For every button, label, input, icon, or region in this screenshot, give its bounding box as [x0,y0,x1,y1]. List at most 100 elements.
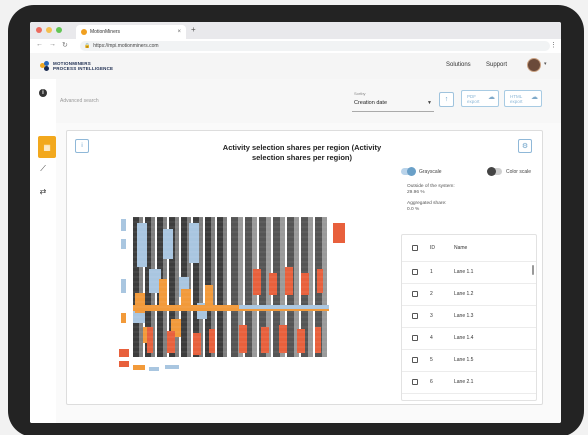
region-table: ID Name 1 Lane 1.1 2 Lane 1.2 3 Lane 1.3… [401,234,537,401]
logo-mark-icon [40,61,50,71]
cloud-upload-icon: ☁ [488,94,495,101]
heat-cell-red [239,325,247,353]
pdf-export-label: PDF export [467,93,480,104]
bottom-marker [133,365,145,370]
heat-cell-red [301,273,309,295]
grayscale-switch[interactable] [401,167,416,176]
table-row[interactable]: 6 Lane 2.1 [402,371,536,394]
table-scrollbar[interactable] [532,265,534,275]
address-bar-row: ← → ↻ 🔒 https://mpi.motionminers.com ⋮ [30,39,561,54]
heat-cell-red [209,329,215,353]
row-checkbox[interactable] [412,357,418,363]
aggregated-label: Aggregated share: [407,201,447,206]
row-id: 2 [430,291,433,297]
heat-cell-red [269,273,277,295]
table-row[interactable]: 4 Lane 1.4 [402,327,536,350]
nav-support[interactable]: Support [486,62,507,68]
settings-button[interactable]: ⚙ [518,139,532,153]
row-id: 1 [430,269,433,275]
corner-marker [119,349,129,357]
url-field[interactable]: 🔒 https://mpi.motionminers.com [80,41,550,51]
table-row[interactable]: 5 Lane 1.5 [402,349,536,372]
heatmap-image [119,215,345,371]
row-checkbox[interactable] [412,291,418,297]
avatar[interactable] [527,58,541,72]
sort-select[interactable]: Sortby Creation date ▼ [352,89,434,112]
sort-direction-button[interactable]: ↑ [439,92,454,107]
table-row[interactable]: 3 Lane 1.3 [402,305,536,328]
reload-icon[interactable]: ↻ [62,41,68,49]
row-name: Lane 2.1 [454,379,474,385]
row-checkbox[interactable] [412,379,418,385]
heat-cell-red [261,327,269,353]
search-input[interactable]: Advanced search [60,94,340,108]
row-checkbox[interactable] [412,269,418,275]
heat-cell-red [297,329,305,353]
heat-cell-red [193,333,201,355]
chevron-down-icon[interactable]: ▾ [544,61,547,67]
pdf-export-button[interactable]: PDF export ☁ [461,90,499,107]
heat-cell-red [147,327,153,353]
browser-menu-icon[interactable]: ⋮ [550,41,557,49]
outside-label: Outside of the system: [407,184,455,189]
nav-solutions[interactable]: Solutions [446,62,471,68]
cloud-upload-icon: ☁ [531,94,538,101]
main-content: i Activity selection shares per region (… [56,123,561,423]
outside-value: 29.96 % [407,190,425,195]
upload-icon: ↑ [444,96,449,103]
colorscale-toggle[interactable]: Color scale [487,167,531,176]
select-all-checkbox[interactable] [412,245,418,251]
page-title: Activity selection shares per region (Ac… [222,143,382,162]
close-tab-icon[interactable]: × [177,29,181,35]
close-window-button[interactable] [36,27,42,33]
row-checkbox[interactable] [412,313,418,319]
sidebar-item-trend[interactable]: ⟋ [35,161,51,177]
row-id: 5 [430,357,433,363]
heat-cell-red [315,327,321,353]
colorscale-switch[interactable] [487,167,502,176]
heat-cell-red [317,269,323,293]
header-id: ID [430,245,435,251]
logo[interactable]: MOTIONMINERS PROCESS INTELLIGENCE [40,61,113,71]
sort-value: Creation date [354,100,388,106]
sidebar-item-info[interactable]: i [35,85,51,101]
filter-bar: Advanced search Sortby Creation date ▼ ↑… [56,79,561,124]
window-controls [36,27,62,33]
sidebar: i ▦ ⟋ ⇄ [30,79,57,423]
new-tab-button[interactable]: + [191,25,196,34]
side-marker [121,279,126,293]
sidebar-item-dashboard[interactable]: ▦ [38,136,56,158]
row-name: Lane 1.4 [454,335,474,341]
forward-icon[interactable]: → [49,41,56,49]
back-icon[interactable]: ← [36,41,43,49]
row-name: Lane 1.2 [454,291,474,297]
tab-title: MotionMiners [90,29,121,35]
html-export-button[interactable]: HTML export ☁ [504,90,542,107]
row-id: 4 [430,335,433,341]
info-button[interactable]: i [75,139,89,153]
minimize-window-button[interactable] [46,27,52,33]
bottom-marker [119,361,129,367]
favicon-icon [81,29,87,35]
maximize-window-button[interactable] [56,27,62,33]
table-header: ID Name [402,235,536,262]
sidebar-item-transfer[interactable]: ⇄ [35,183,51,199]
url-text: https://mpi.motionminers.com [93,43,159,49]
table-row[interactable]: 2 Lane 1.2 [402,283,536,306]
aggregated-value: 0.0 % [407,207,420,212]
chart-card: i Activity selection shares per region (… [66,130,543,405]
header-name: Name [454,245,468,251]
browser-nav: ← → ↻ [36,41,68,49]
app-window: MotionMiners × + ← → ↻ 🔒 https://mpi.mot… [30,22,561,423]
side-marker [121,219,126,231]
grayscale-toggle[interactable]: Grayscale [401,167,442,176]
browser-tab[interactable]: MotionMiners × [76,25,186,39]
info-icon: i [81,143,83,149]
side-marker [121,313,126,323]
heat-cell-orange [159,279,167,309]
heat-cell-blue [163,229,173,259]
row-checkbox[interactable] [412,335,418,341]
table-row[interactable]: 1 Lane 1.1 [402,261,536,284]
row-id: 3 [430,313,433,319]
row-name: Lane 1.5 [454,357,474,363]
